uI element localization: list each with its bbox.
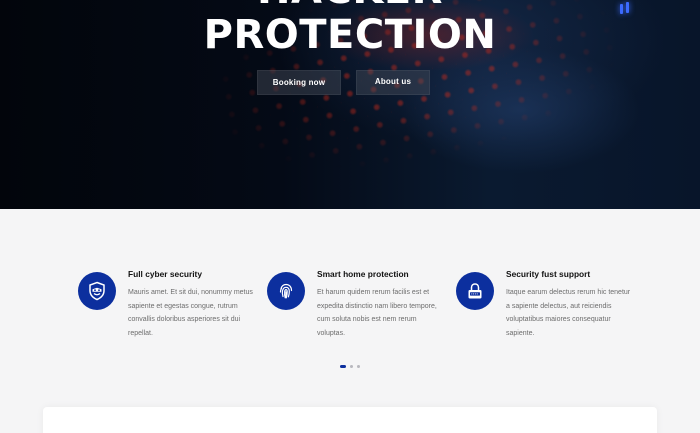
booking-now-button[interactable]: Booking now: [257, 70, 341, 95]
feature-description: Itaque earum delectus rerum hic tenetur …: [506, 289, 631, 337]
hero-title-line2: PROTECTION: [203, 12, 497, 58]
feature-item-cyber-security: Full cyber security Mauris amet. Et sit …: [78, 268, 258, 348]
hero-banner: HACKER PROTECTION Booking now About us: [0, 0, 700, 209]
carousel-dot[interactable]: [357, 365, 360, 368]
carousel-dot[interactable]: [350, 365, 353, 368]
feature-item-security-support: Security fust support Itaque earum delec…: [456, 268, 636, 348]
content-card: [43, 407, 657, 433]
lock-icon: [456, 272, 494, 310]
feature-description: Mauris amet. Et sit dui, nonummy metus s…: [128, 289, 253, 337]
shield-icon: [78, 272, 116, 310]
carousel-dot-active[interactable]: [340, 365, 346, 368]
about-us-button[interactable]: About us: [356, 70, 430, 95]
feature-description: Et harum quidem rerum facilis est et exp…: [317, 289, 437, 337]
fingerprint-icon: [267, 272, 305, 310]
feature-title: Security fust support: [506, 269, 591, 279]
features-section: Full cyber security Mauris amet. Et sit …: [0, 209, 700, 433]
feature-item-smart-home: Smart home protection Et harum quidem re…: [267, 268, 447, 348]
